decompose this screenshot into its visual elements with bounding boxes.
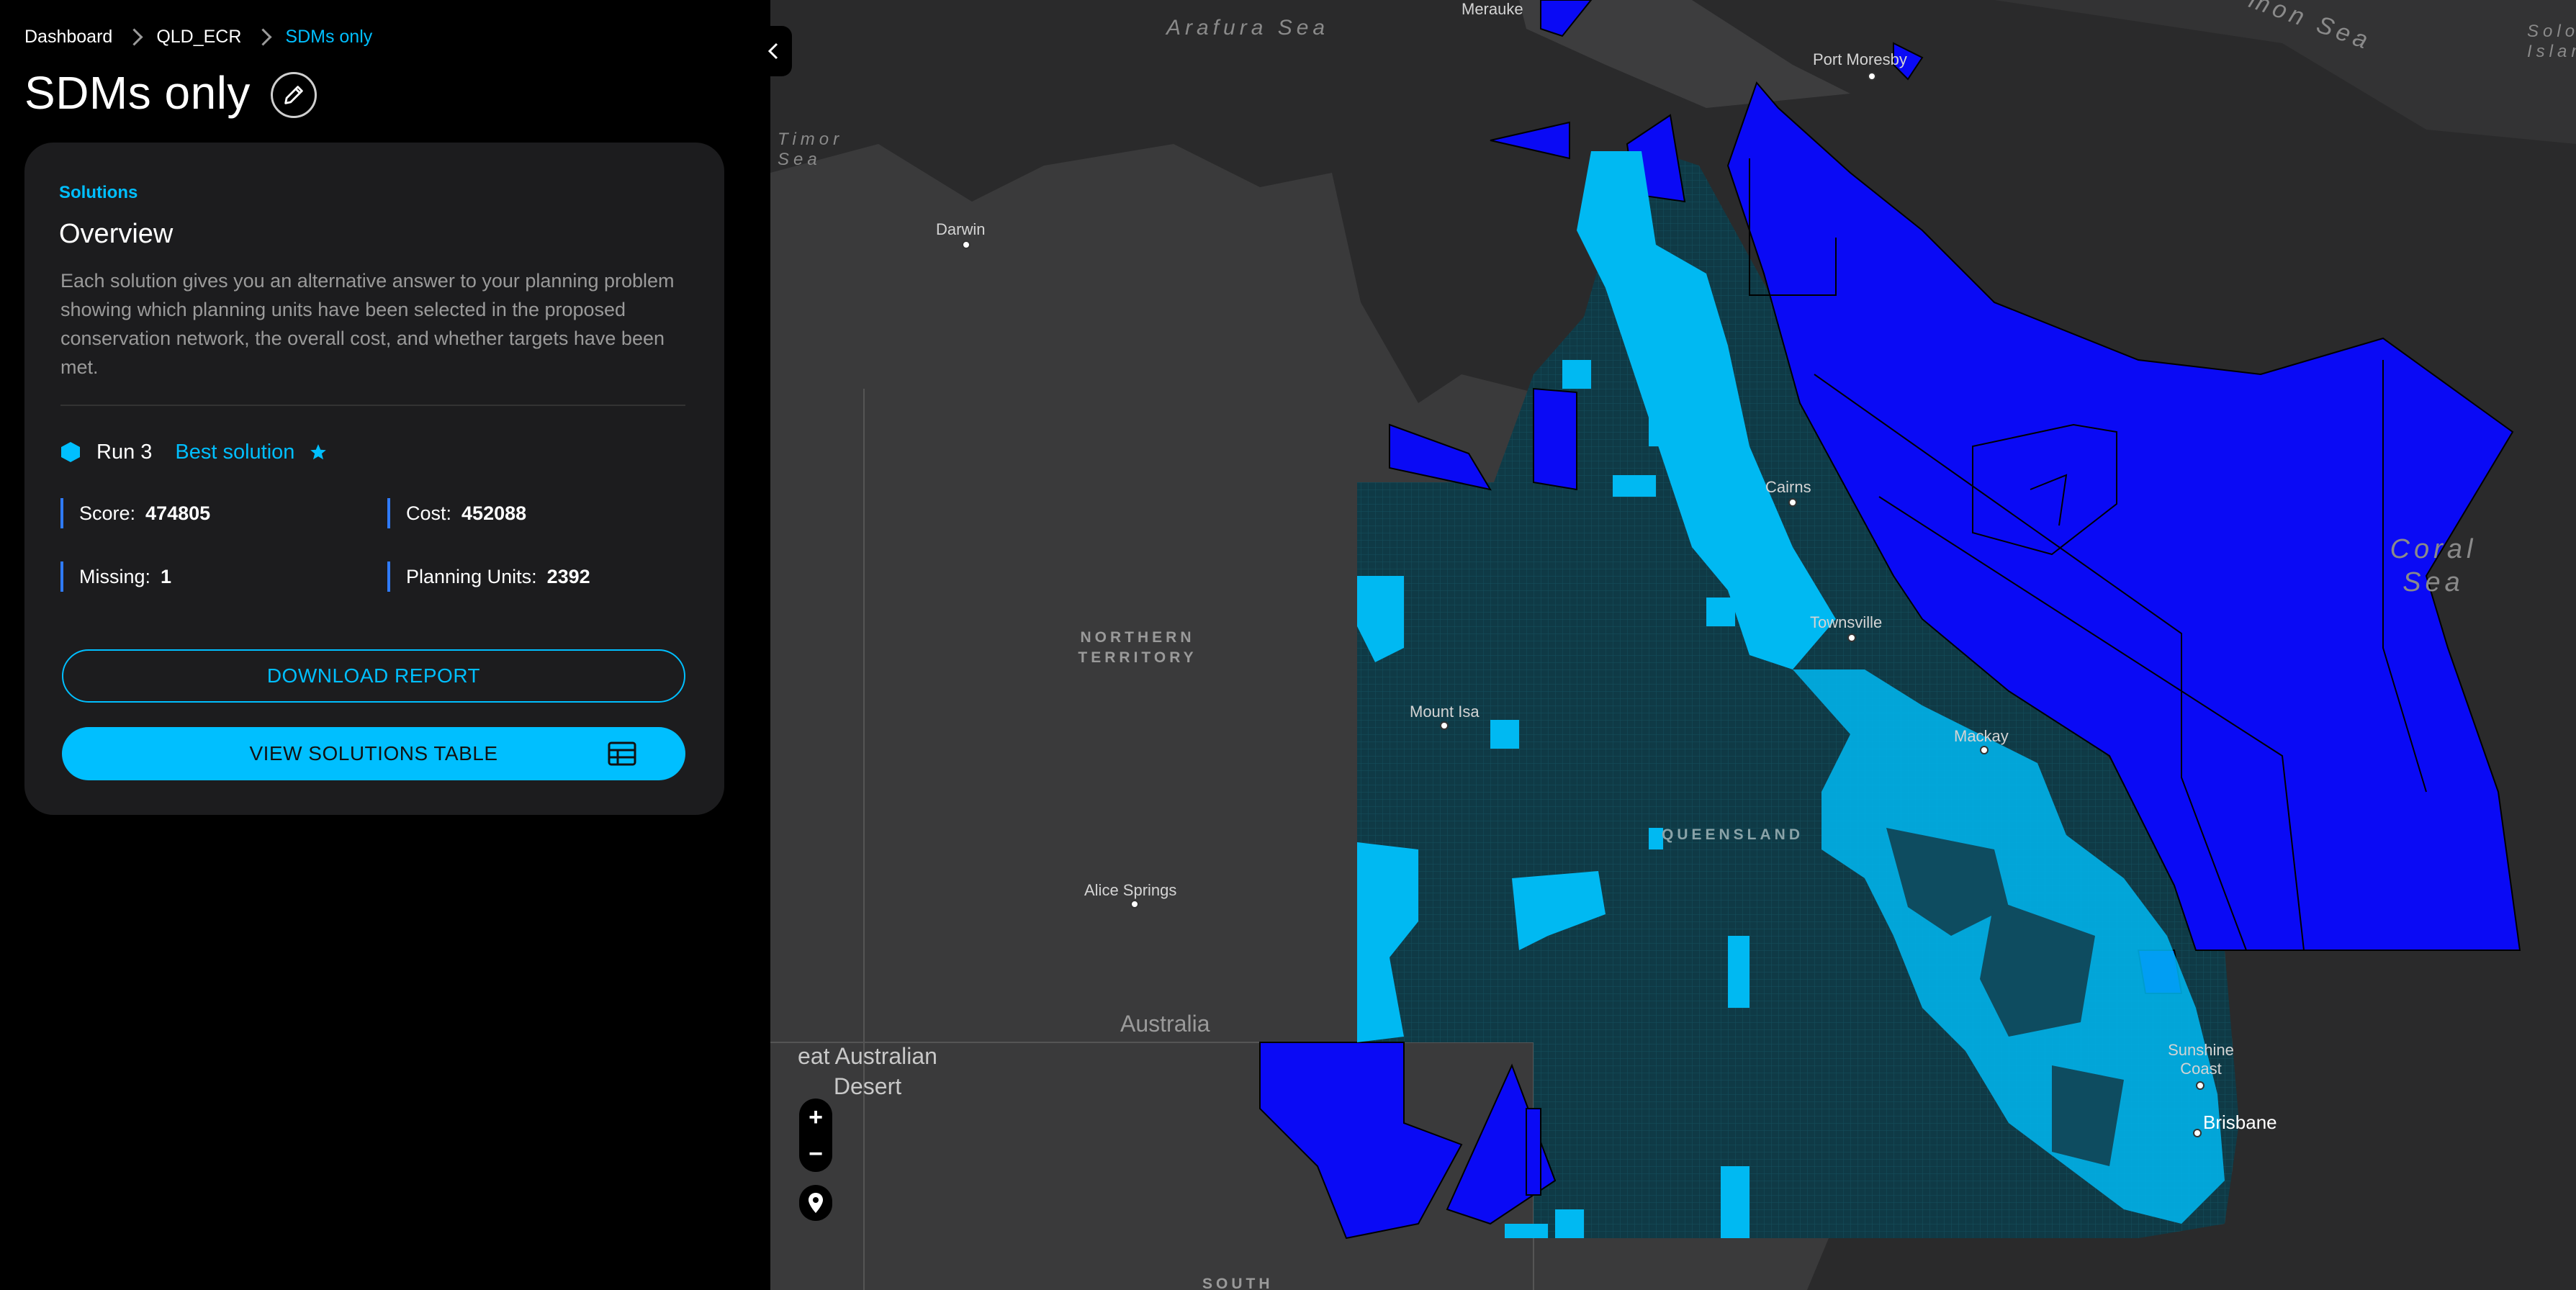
run-label: Run 3 xyxy=(96,440,153,464)
city-marker xyxy=(1847,633,1856,642)
run-row: Run 3 Best solution xyxy=(60,438,328,466)
label-brisbane: Brisbane xyxy=(2203,1111,2277,1133)
label-merauke: Merauke xyxy=(1462,0,1523,18)
city-marker xyxy=(1788,498,1797,507)
chevron-right-icon xyxy=(254,27,272,46)
planning-units-stat: Planning Units: 2392 xyxy=(387,561,590,592)
chevron-left-icon xyxy=(767,42,778,60)
pencil-icon xyxy=(284,86,303,104)
score-value: 474805 xyxy=(145,502,211,524)
label-timor-sea: Timor Sea xyxy=(778,130,844,169)
city-marker xyxy=(2193,1129,2202,1137)
label-cairns: Cairns xyxy=(1765,478,1811,496)
card-description: Each solution gives you an alternative a… xyxy=(60,270,675,378)
label-mackay: Mackay xyxy=(1954,727,2009,745)
map-canvas[interactable]: Arafura Sea Timor Sea Coral Sea mon Sea … xyxy=(770,0,2576,1290)
city-marker xyxy=(1980,746,1989,754)
breadcrumb-dashboard[interactable]: Dashboard xyxy=(24,27,112,48)
city-marker xyxy=(1868,72,1876,81)
city-marker xyxy=(1130,900,1139,908)
breadcrumb-project[interactable]: QLD_ECR xyxy=(156,27,241,48)
divider xyxy=(60,405,685,406)
label-townsville: Townsville xyxy=(1810,613,1883,631)
breadcrumb-current: SDMs only xyxy=(285,26,373,47)
label-coral-sea: Coral Sea xyxy=(2390,534,2477,597)
city-marker xyxy=(2196,1081,2205,1090)
zoom-out-button[interactable]: − xyxy=(809,1142,823,1166)
view-solutions-table-button[interactable]: VIEW SOLUTIONS TABLE xyxy=(62,727,685,780)
zoom-in-button[interactable]: + xyxy=(809,1105,823,1129)
label-mount-isa: Mount Isa xyxy=(1410,703,1480,721)
chevron-right-icon xyxy=(125,27,143,46)
download-report-button[interactable]: DOWNLOAD REPORT xyxy=(62,649,685,703)
side-panel: Dashboard QLD_ECR SDMs only SDMs only So… xyxy=(0,0,770,1290)
label-sunshine-coast: Sunshine Coast xyxy=(2168,1041,2234,1078)
view-solutions-table-label: VIEW SOLUTIONS TABLE xyxy=(249,742,498,764)
collapse-panel-button[interactable] xyxy=(755,26,792,76)
locate-button[interactable] xyxy=(799,1185,832,1221)
label-great-australian-desert: eat Australian Desert xyxy=(798,1043,937,1099)
star-icon xyxy=(310,444,327,460)
label-australia: Australia xyxy=(1120,1011,1210,1037)
location-pin-icon xyxy=(809,1193,823,1213)
card-subtitle: Solutions xyxy=(59,183,138,202)
best-solution-label: Best solution xyxy=(175,440,295,464)
planning-units-label: Planning Units: xyxy=(406,565,537,587)
city-marker xyxy=(962,240,970,249)
table-icon xyxy=(608,741,636,766)
missing-value: 1 xyxy=(161,565,172,587)
city-marker xyxy=(1440,721,1449,730)
edit-title-button[interactable] xyxy=(271,72,317,118)
label-arafura-sea: Arafura Sea xyxy=(1166,16,1330,40)
cost-value: 452088 xyxy=(461,502,527,524)
cost-stat: Cost: 452088 xyxy=(387,498,526,528)
label-south-australia: SOUTH xyxy=(1202,1276,1274,1290)
planning-units-value: 2392 xyxy=(546,565,590,587)
cost-label: Cost: xyxy=(406,502,452,524)
label-solomon-islands: Solomon Island xyxy=(2527,22,2576,61)
missing-stat: Missing: 1 xyxy=(60,561,171,592)
hexagon-icon xyxy=(61,442,80,462)
label-darwin: Darwin xyxy=(936,220,986,238)
label-northern-territory: NORTHERN TERRITORY xyxy=(1078,629,1197,666)
breadcrumb: Dashboard QLD_ECR SDMs only xyxy=(24,26,372,48)
label-port-moresby: Port Moresby xyxy=(1813,50,1907,68)
score-stat: Score: 474805 xyxy=(60,498,210,528)
map-layers xyxy=(770,0,2576,1290)
label-alice-springs: Alice Springs xyxy=(1084,881,1177,899)
label-queensland: QUEENSLAND xyxy=(1662,826,1804,843)
download-report-label: DOWNLOAD REPORT xyxy=(266,664,481,687)
page-title: SDMs only xyxy=(24,67,251,119)
score-label: Score: xyxy=(79,502,136,524)
solutions-overview-card: Solutions Overview Each solution gives y… xyxy=(24,143,724,815)
card-heading: Overview xyxy=(59,219,174,249)
zoom-controls: + − xyxy=(799,1099,832,1172)
missing-label: Missing: xyxy=(79,565,151,587)
